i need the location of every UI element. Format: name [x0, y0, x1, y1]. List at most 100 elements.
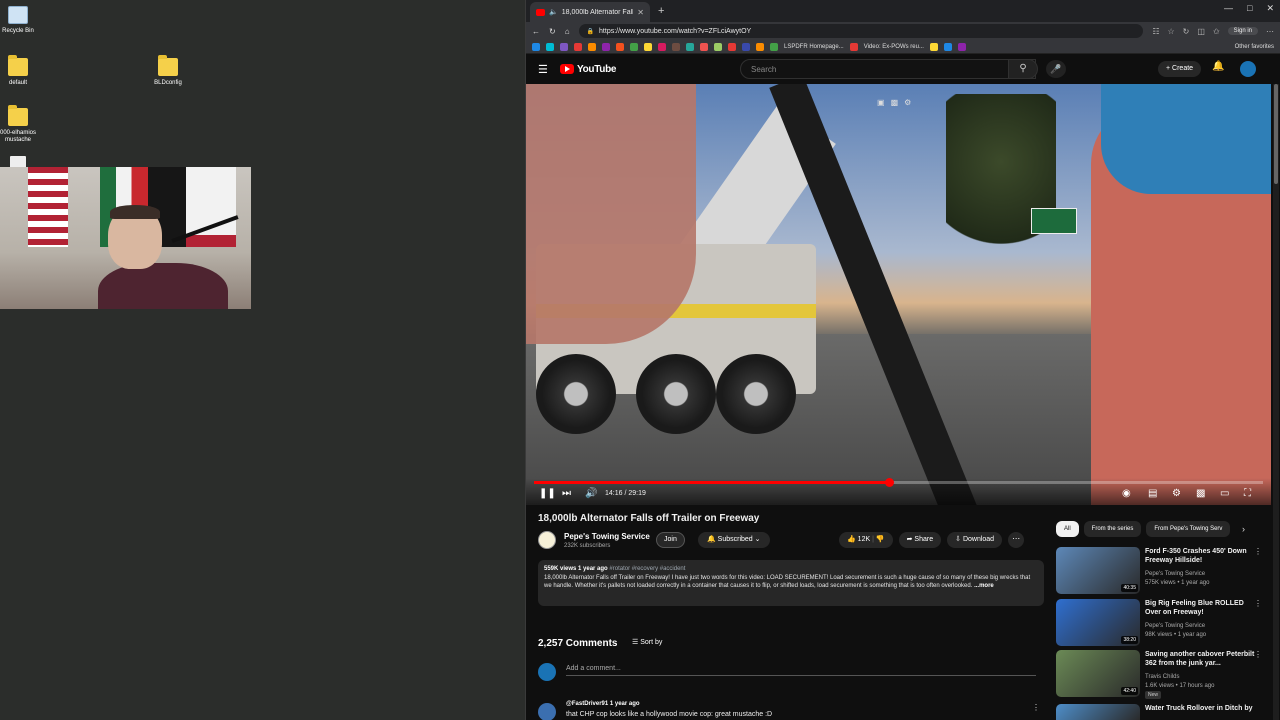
bookmark-icon[interactable] [742, 42, 750, 51]
search-input[interactable]: Search [740, 59, 1036, 79]
bookmark-video-ex-pows[interactable]: Video: Ex-POWs reu... [864, 44, 924, 50]
recommended-title[interactable]: Ford F-350 Crashes 450' Down Freeway Hil… [1145, 547, 1255, 565]
hamburger-menu-icon[interactable]: ☰ [538, 63, 560, 76]
chip-all[interactable]: All [1056, 521, 1079, 537]
bookmark-icon[interactable] [728, 42, 736, 51]
show-more-link[interactable]: ...more [974, 583, 994, 589]
browser-menu-icon[interactable]: ⋯ [1266, 27, 1274, 36]
comment-author[interactable]: @FastDriver91 1 year ago [566, 701, 640, 707]
recommended-title[interactable]: Big Rig Feeling Blue ROLLED Over on Free… [1145, 599, 1255, 617]
bookmark-icon[interactable] [714, 42, 722, 51]
recommended-channel[interactable]: Pepe's Towing Service [1145, 623, 1205, 629]
bookmark-icon[interactable] [574, 42, 582, 51]
bookmark-icon[interactable] [658, 42, 666, 51]
new-tab-button[interactable]: + [658, 5, 664, 17]
next-icon[interactable]: ⏭ [562, 488, 571, 499]
bookmark-icon[interactable] [672, 42, 680, 51]
speaker-icon[interactable]: 🔈 [549, 8, 558, 16]
join-button[interactable]: Join [656, 532, 685, 548]
channel-name[interactable]: Pepe's Towing Service [564, 532, 650, 541]
volume-icon[interactable]: 🔊 [585, 488, 597, 499]
reload-icon[interactable]: ↻ [549, 27, 556, 36]
desktop-icon-mustache-folder[interactable]: 000-elhamios mustache [0, 105, 48, 143]
fullscreen-icon[interactable]: ⛶ [1244, 488, 1251, 499]
youtube-logo[interactable]: YouTube [560, 64, 617, 75]
chip-from-channel[interactable]: From Pepe's Towing Serv [1146, 521, 1231, 537]
video-thumbnail[interactable]: 38:20 [1056, 599, 1140, 646]
bookmark-icon[interactable] [943, 42, 952, 51]
recommended-video[interactable]: 40:35 Ford F-350 Crashes 450' Down Freew… [1056, 547, 1262, 595]
like-button[interactable]: 👍 12K | 👎 [839, 532, 893, 548]
channel-avatar[interactable] [538, 531, 556, 549]
recommended-video[interactable]: Water Truck Rollover in Ditch by [1056, 704, 1262, 720]
recommended-title[interactable]: Saving another cabover Peterbilt 362 fro… [1145, 650, 1255, 668]
voice-search-button[interactable]: 🎤 [1046, 60, 1066, 78]
comment-menu-icon[interactable]: ⋮ [1032, 703, 1040, 712]
bookmark-icon[interactable] [957, 42, 966, 51]
sign-in-button[interactable]: Sign in [1227, 27, 1258, 35]
recommended-channel[interactable]: Pepe's Towing Service [1145, 571, 1205, 577]
bookmark-icon[interactable] [770, 42, 778, 51]
progress-scrubber[interactable] [885, 478, 895, 487]
progress-bar[interactable] [534, 478, 1263, 487]
create-button[interactable]: + Create [1158, 61, 1202, 77]
bookmark-icon[interactable] [686, 42, 694, 51]
scrollbar-thumb[interactable] [1274, 84, 1278, 184]
more-actions-icon[interactable]: ⋯ [1008, 532, 1025, 548]
close-tab-icon[interactable]: ✕ [637, 8, 644, 17]
thumbs-down-icon[interactable]: 👎 [876, 536, 885, 543]
account-avatar[interactable] [1240, 61, 1256, 77]
recommended-video[interactable]: 42:40 Saving another cabover Peterbilt 3… [1056, 650, 1262, 699]
address-bar[interactable]: 🔒 https://www.youtube.com/watch?v=ZFLciA… [578, 24, 1144, 38]
maximize-icon[interactable]: □ [1247, 3, 1252, 14]
video-player[interactable] [526, 84, 1271, 505]
video-menu-icon[interactable]: ⋮ [1254, 650, 1262, 659]
bookmark-icon[interactable] [588, 42, 596, 51]
recommended-title[interactable]: Water Truck Rollover in Ditch by [1145, 704, 1255, 713]
video-menu-icon[interactable]: ⋮ [1254, 599, 1262, 608]
chip-from-series[interactable]: From the series [1083, 521, 1142, 537]
pause-icon[interactable]: ❚❚ [539, 488, 556, 499]
bookmark-icon[interactable] [644, 42, 652, 51]
video-thumbnail[interactable]: 42:40 [1056, 650, 1140, 697]
desktop-icon-bldconfig[interactable]: BLDconfig [138, 55, 198, 87]
commenter-avatar[interactable] [538, 703, 556, 720]
sort-by-button[interactable]: ☰ Sort by [632, 638, 662, 646]
favorites-icon[interactable]: ✩ [1213, 27, 1220, 36]
bookmark-icon[interactable] [560, 42, 568, 51]
recommended-video[interactable]: 38:20 Big Rig Feeling Blue ROLLED Over o… [1056, 599, 1262, 647]
desktop-icon-default[interactable]: default [0, 55, 48, 87]
theater-mode-icon[interactable]: ▭ [1220, 488, 1229, 499]
capture-icon[interactable]: ▩ [891, 98, 899, 107]
video-menu-icon[interactable]: ⋮ [1254, 547, 1262, 556]
bookmark-icon[interactable] [532, 42, 540, 51]
desktop-icon-recycle-bin[interactable]: Recycle Bin [0, 6, 48, 35]
subscribed-button[interactable]: 🔔 Subscribed ⌄ [698, 532, 770, 548]
close-window-icon[interactable]: ✕ [1266, 3, 1274, 14]
bookmark-icon[interactable] [929, 42, 938, 51]
download-button[interactable]: ⇩ Download [947, 532, 1003, 548]
bookmark-icon[interactable] [849, 42, 858, 51]
picture-in-picture-icon[interactable]: ▣ [877, 98, 885, 107]
translate-icon[interactable]: ⚙ [904, 98, 911, 107]
page-scrollbar[interactable] [1273, 84, 1279, 720]
subtitles-icon[interactable]: ▤ [1148, 488, 1157, 499]
reader-icon[interactable]: ☷ [1152, 27, 1159, 36]
bookmark-icon[interactable] [630, 42, 638, 51]
share-button[interactable]: ➦ Share [898, 532, 942, 548]
search-button[interactable]: ⚲ [1008, 59, 1038, 79]
back-icon[interactable]: ← [532, 27, 540, 36]
bookmark-icon[interactable] [546, 42, 554, 51]
recommended-channel[interactable]: Travis Childs [1145, 674, 1179, 680]
bookmark-icon[interactable] [756, 42, 764, 51]
video-thumbnail[interactable]: 40:35 [1056, 547, 1140, 594]
browser-tab[interactable]: 🔈 18,000lb Alternator Falls off ✕ [530, 2, 650, 22]
video-thumbnail[interactable] [1056, 704, 1140, 720]
home-icon[interactable]: ⌂ [565, 27, 570, 36]
favorite-star-icon[interactable]: ☆ [1168, 27, 1175, 36]
minimize-icon[interactable]: — [1224, 3, 1233, 14]
autoplay-toggle-icon[interactable]: ◉ [1122, 488, 1131, 499]
hashtags[interactable]: #rotator #recovery #accident [609, 566, 685, 572]
refresh-extension-icon[interactable]: ↻ [1183, 27, 1190, 36]
bookmark-other-favorites[interactable]: Other favorites [1235, 44, 1274, 50]
